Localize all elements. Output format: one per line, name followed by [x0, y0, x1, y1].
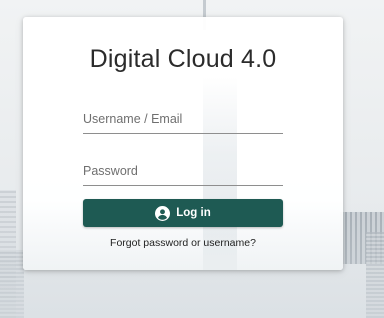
login-title: Digital Cloud 4.0 — [89, 45, 277, 73]
login-button[interactable]: Log in — [83, 199, 283, 227]
login-card: Digital Cloud 4.0 Log in Forgot password… — [23, 17, 343, 270]
password-input[interactable] — [83, 157, 283, 185]
password-field — [83, 157, 283, 186]
login-button-label: Log in — [176, 207, 211, 219]
username-input[interactable] — [83, 105, 283, 133]
user-circle-icon — [155, 205, 171, 221]
forgot-password-link[interactable]: Forgot password or username? — [23, 237, 343, 249]
username-field — [83, 105, 283, 134]
